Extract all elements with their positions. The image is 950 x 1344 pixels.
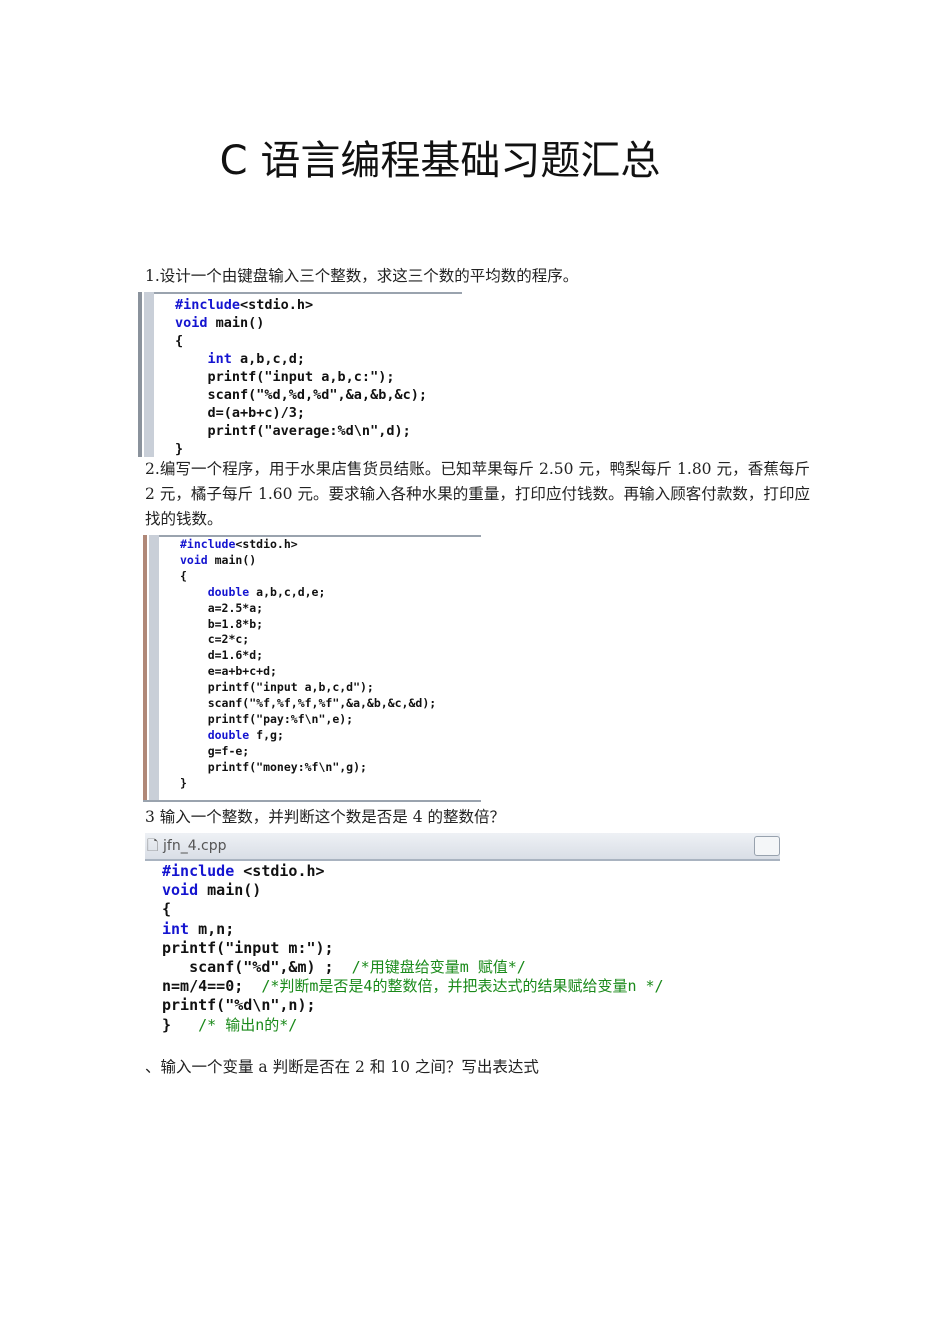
code-keyword: int — [175, 351, 232, 367]
code-screenshot-2: #include<stdio.h> void main(){ double a,b… — [143, 535, 481, 802]
code-line: a=2.5*a; — [180, 601, 436, 617]
code-text: } — [162, 1015, 199, 1034]
code-line: printf("pay:%f\n",e); — [180, 712, 436, 728]
code-line: void main() — [175, 314, 427, 332]
code-line: d=1.6*d; — [180, 648, 436, 664]
code-line: d=(a+b+c)/3; — [175, 404, 427, 422]
code-text: } — [180, 775, 187, 790]
code-text: a=2.5*a; — [180, 600, 264, 615]
code-text: printf("%d\n",n); — [162, 996, 316, 1015]
editor-tab-bar: 🗋 jfn_4.cpp — [145, 833, 780, 861]
code-comment: /* 输出n的*/ — [198, 1015, 298, 1034]
code-line: n=m/4==0; /*判断m是否是4的整数倍，并把表达式的结果赋给变量n */ — [162, 977, 664, 996]
code-line: { — [162, 900, 664, 919]
code-text: <stdio.h> — [234, 862, 325, 880]
code-keyword: #include — [162, 862, 235, 880]
code-keyword: void — [175, 315, 208, 331]
document-page: C 语言编程基础习题汇总 1.设计一个由键盘输入三个整数，求这三个数的平均数的程… — [0, 0, 950, 1344]
code-keyword: double — [180, 584, 250, 599]
code-line: { — [175, 332, 427, 350]
code-text: } — [175, 441, 184, 457]
code-text: { — [162, 900, 172, 919]
code-keyword: void — [180, 552, 208, 567]
code-line: g=f-e; — [180, 744, 436, 760]
code-line: #include <stdio.h> — [162, 862, 664, 881]
code-line: printf("%d\n",n); — [162, 996, 664, 1015]
code-text: a,b,c,d; — [231, 351, 306, 367]
code-text: a,b,c,d,e; — [249, 584, 326, 599]
code-text: printf("money:%f\n",g); — [180, 759, 367, 774]
code-text: main() — [198, 881, 262, 900]
code-keyword: double — [180, 727, 250, 742]
code-line: int a,b,c,d; — [175, 350, 427, 368]
code-text: d=1.6*d; — [180, 648, 264, 663]
code-keyword: void — [162, 881, 199, 900]
code-text: main() — [207, 552, 257, 567]
code-text: n=m/4==0; — [162, 977, 262, 996]
code-line: printf("average:%d\n",d); — [175, 422, 427, 440]
code-text: g=f-e; — [180, 743, 250, 758]
code-line: #include<stdio.h> — [180, 537, 436, 553]
code-text: c=2*c; — [180, 632, 250, 647]
code-text: main() — [207, 315, 265, 331]
code-line: scanf("%d",&m) ; /*用键盘给变量m 赋值*/ — [162, 958, 664, 977]
code-keyword: int — [162, 919, 190, 938]
code-text: printf("pay:%f\n",e); — [180, 711, 354, 726]
code-text: printf("average:%d\n",d); — [175, 423, 411, 439]
code-line: int m,n; — [162, 920, 664, 939]
code-line: printf("input m:"); — [162, 939, 664, 958]
question-4: 、输入一个变量 a 判断是否在 2 和 10 之间？写出表达式 — [145, 1058, 539, 1076]
document-title: C 语言编程基础习题汇总 — [219, 138, 661, 184]
minimize-button[interactable] — [754, 836, 780, 856]
file-icon: 🗋 — [147, 838, 159, 854]
code-screenshot-1: #include<stdio.h> void main(){ int a,b,c,… — [138, 292, 462, 457]
code-line: scanf("%f,%f,%f,%f",&a,&b,&c,&d); — [180, 696, 437, 712]
code-text: scanf("%f,%f,%f,%f",&a,&b,&c,&d); — [180, 696, 437, 711]
code-line: b=1.8*b; — [180, 617, 436, 633]
code-line: double f,g; — [180, 728, 436, 744]
code-text: scanf("%d,%d,%d",&a,&b,&c); — [175, 387, 427, 403]
code-keyword: #include — [180, 537, 236, 551]
code-line: double a,b,c,d,e; — [180, 585, 436, 601]
code-line: void main() — [162, 881, 664, 900]
editor-filename: jfn_4.cpp — [163, 838, 227, 854]
code-text: { — [175, 333, 184, 349]
code-comment: /*判断m是否是4的整数倍，并把表达式的结果赋给变量n */ — [261, 977, 664, 996]
code-line: } — [180, 776, 436, 792]
code-text: printf("input m:"); — [162, 938, 334, 957]
code-line: { — [180, 569, 436, 585]
code-line: printf("input a,b,c:"); — [175, 368, 427, 386]
code-line: printf("input a,b,c,d"); — [180, 680, 436, 696]
code-keyword: #include — [175, 297, 241, 313]
code-text: f,g; — [249, 727, 284, 742]
question-2: 2.编写一个程序，用于水果店售货员结账。已知苹果每斤 2.50 元，鸭梨每斤 1… — [145, 460, 810, 528]
code-text: d=(a+b+c)/3; — [175, 405, 306, 421]
code-text: e=a+b+c+d; — [180, 664, 277, 679]
code-line: } /* 输出n的*/ — [162, 1016, 664, 1035]
code-line: } — [175, 440, 427, 458]
code-text: m,n; — [189, 919, 235, 938]
code-comment: /*用键盘给变量m 赋值*/ — [351, 958, 526, 977]
code-line: c=2*c; — [180, 632, 436, 648]
code-text: printf("input a,b,c:"); — [175, 369, 395, 385]
code-line: void main() — [180, 553, 436, 569]
code-line: e=a+b+c+d; — [180, 664, 436, 680]
code-screenshot-3: 🗋 jfn_4.cpp #include <stdio.h> void main(… — [145, 833, 780, 1045]
code-text: { — [180, 568, 187, 583]
code-text: <stdio.h> — [235, 537, 298, 551]
code-text: <stdio.h> — [240, 297, 314, 313]
code-text: printf("input a,b,c,d"); — [180, 680, 374, 695]
question-1: 1.设计一个由键盘输入三个整数，求这三个数的平均数的程序。 — [145, 267, 579, 285]
question-3: 3 输入一个整数，并判断这个数是否是 4 的整数倍？ — [145, 808, 506, 826]
code-line: printf("money:%f\n",g); — [180, 760, 436, 776]
code-text: scanf("%d",&m) ; — [162, 958, 352, 977]
code-text: b=1.8*b; — [180, 616, 264, 631]
code-line: scanf("%d,%d,%d",&a,&b,&c); — [175, 386, 427, 404]
code-line: #include<stdio.h> — [175, 296, 427, 314]
